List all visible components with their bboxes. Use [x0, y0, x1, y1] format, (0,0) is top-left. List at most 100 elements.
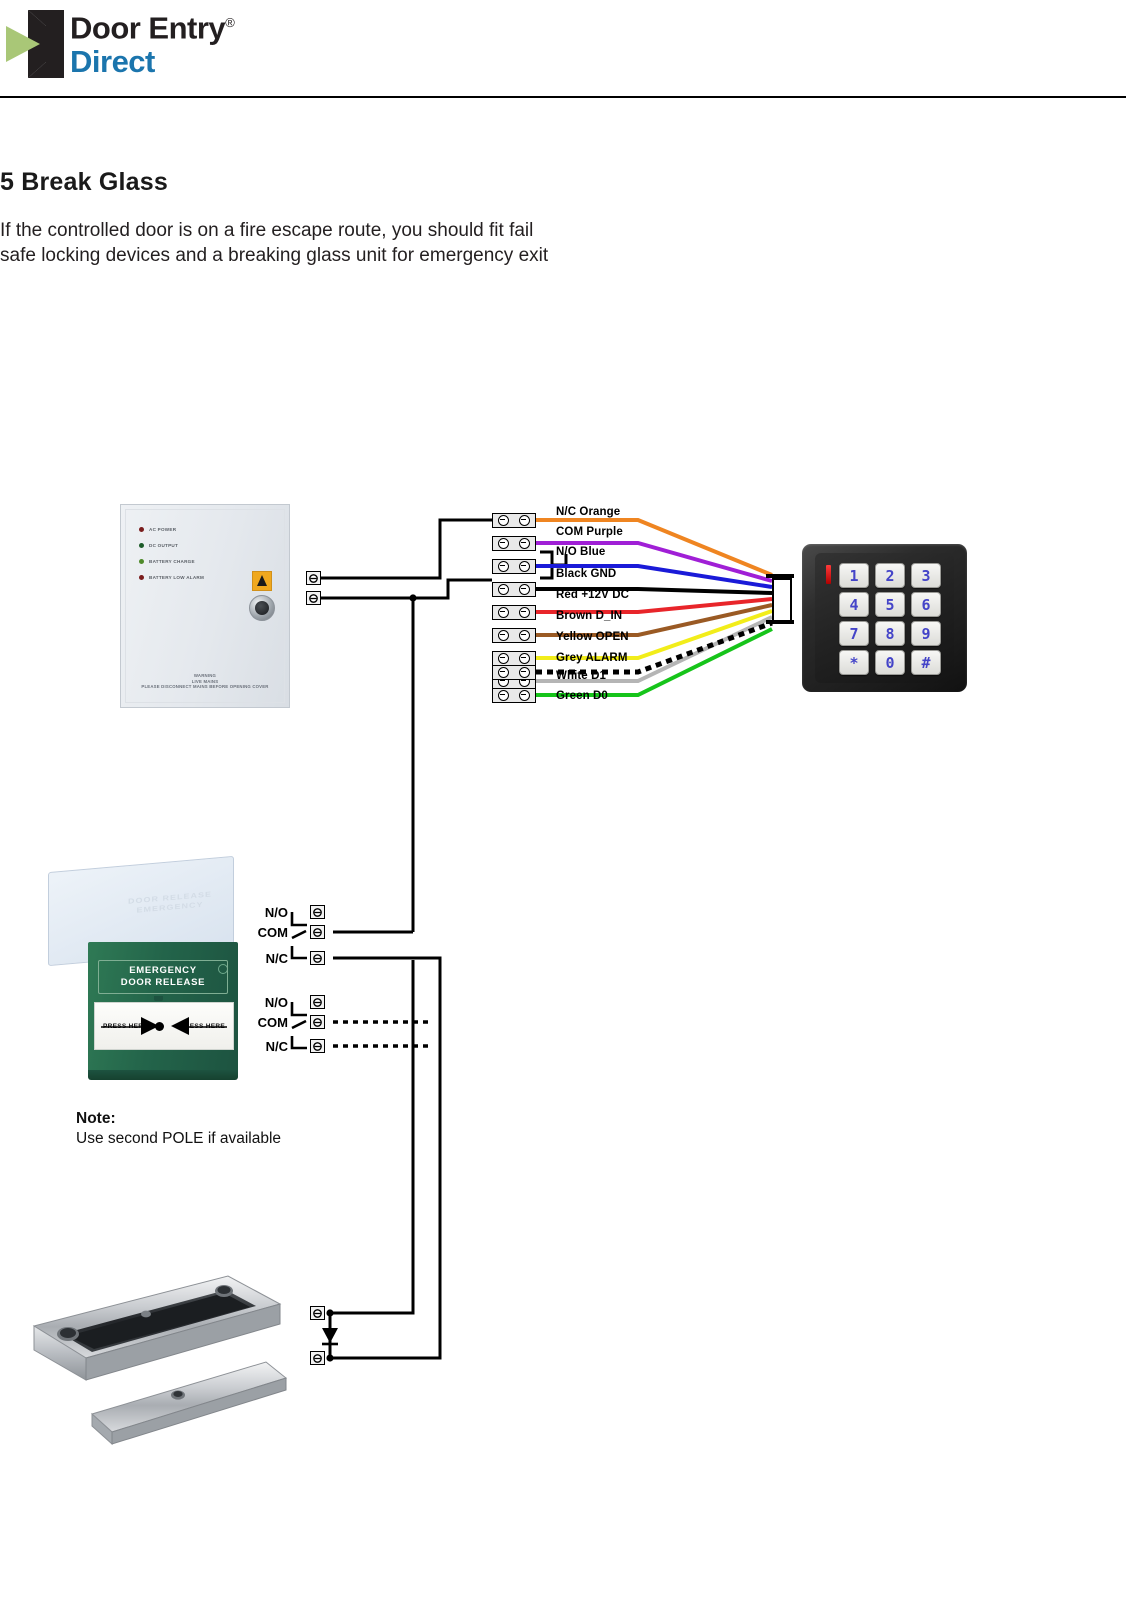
relay1-terminal-no	[310, 905, 325, 919]
wire-label-nc-orange: N/C Orange	[556, 506, 621, 518]
relay2-terminal-no	[310, 995, 325, 1009]
keypad-button-grid[interactable]: 1 2 3 4 5 6 7 8 9 * 0 #	[839, 563, 945, 677]
keypad-key-3[interactable]: 3	[911, 563, 941, 588]
screw-terminal-icon	[519, 561, 530, 572]
terminal-block-yellow-open	[492, 651, 536, 666]
cable-connector-icon	[772, 578, 792, 624]
terminal-block-nc-orange	[492, 513, 536, 528]
terminal-block-com-purple	[492, 536, 536, 551]
high-voltage-warning-icon	[252, 571, 272, 591]
terminal-block-black-gnd	[492, 582, 536, 597]
screw-terminal-icon	[498, 630, 509, 641]
wire-label-no-blue: N/O Blue	[556, 546, 606, 558]
wire-label-red-12v: Red +12V DC	[556, 589, 630, 601]
screw-terminal-icon	[498, 538, 509, 549]
psu-terminal-positive	[306, 571, 321, 585]
keypad-key-8[interactable]: 8	[875, 621, 905, 646]
screw-terminal-icon	[519, 538, 530, 549]
screw-terminal-icon	[313, 927, 322, 937]
terminal-block-red-12v	[492, 605, 536, 620]
relay2-terminal-com	[310, 1015, 325, 1029]
keypad-key-0[interactable]: 0	[875, 650, 905, 675]
screw-terminal-icon	[313, 1308, 322, 1318]
keypad-key-6[interactable]: 6	[911, 592, 941, 617]
led-indicator-icon	[139, 575, 144, 580]
relay1-label-no: N/O	[264, 905, 288, 920]
screw-terminal-icon	[309, 593, 318, 603]
keypad-key-4[interactable]: 4	[839, 592, 869, 617]
terminal-block-green-d0	[492, 688, 536, 703]
note-title: Note:	[76, 1110, 116, 1127]
wire-label-grey-alarm: Grey ALARM	[556, 652, 628, 664]
break-glass-body: EMERGENCY DOOR RELEASE PRESS HERE PRESS …	[88, 942, 238, 1078]
keypad-key-7[interactable]: 7	[839, 621, 869, 646]
keypad-face: 1 2 3 4 5 6 7 8 9 * 0 #	[815, 553, 954, 683]
note-block: Note: Use second POLE if available	[76, 1110, 281, 1148]
screw-terminal-icon	[519, 584, 530, 595]
screw-terminal-icon	[498, 653, 509, 664]
psu-led-ac-power: AC POWER	[139, 527, 176, 532]
cover-embossed-text: DOOR RELEASE EMERGENCY	[127, 889, 212, 915]
wire-label-white-d1: White D1	[556, 670, 606, 682]
power-supply-unit: AC POWER DC OUTPUT BATTERY CHARGE BATTER…	[120, 504, 290, 708]
wire-label-black-gnd: Black GND	[556, 568, 617, 580]
terminal-block-brown-din	[492, 628, 536, 643]
keypad-key-1[interactable]: 1	[839, 563, 869, 588]
led-indicator-icon	[139, 559, 144, 564]
relay2-terminal-nc	[310, 1039, 325, 1053]
note-text: Use second POLE if available	[76, 1130, 282, 1147]
screw-terminal-icon	[313, 1041, 322, 1051]
break-glass-base	[88, 1070, 238, 1080]
screw-terminal-icon	[519, 607, 530, 618]
connector-bottom-cap	[766, 620, 794, 624]
relay1-label-nc: N/C	[265, 951, 288, 966]
screw-terminal-icon	[313, 1017, 322, 1027]
psu-warning-label: WARNING LIVE MAINS PLEASE DISCONNECT MAI…	[141, 673, 269, 690]
terminal-block-white-d1	[492, 665, 536, 680]
electromagnetic-lock	[32, 1275, 288, 1446]
keypad-key-9[interactable]: 9	[911, 621, 941, 646]
screw-terminal-icon	[519, 653, 530, 664]
access-control-keypad[interactable]: 1 2 3 4 5 6 7 8 9 * 0 #	[802, 544, 967, 692]
screw-terminal-icon	[313, 953, 322, 963]
relay1-label-com: COM	[257, 925, 288, 940]
keypad-key-hash[interactable]: #	[911, 650, 941, 675]
terminal-block-no-blue	[492, 559, 536, 574]
relay2-label-nc: N/C	[265, 1039, 288, 1054]
screw-terminal-icon	[498, 584, 509, 595]
keypad-key-star[interactable]: *	[839, 650, 869, 675]
led-indicator-icon	[139, 543, 144, 548]
screw-terminal-icon	[309, 573, 318, 583]
psu-terminal-negative	[306, 591, 321, 605]
screw-terminal-icon	[313, 907, 322, 917]
wire-label-com-purple: COM Purple	[556, 526, 623, 538]
screw-terminal-icon	[313, 997, 322, 1007]
status-led-icon	[826, 565, 831, 584]
glass-retainer-nib	[154, 996, 163, 1001]
psu-led-battery-low-alarm: BATTERY LOW ALARM	[139, 575, 204, 580]
screw-terminal-icon	[498, 690, 509, 701]
screw-terminal-icon	[519, 630, 530, 641]
break-glass-window[interactable]: PRESS HERE PRESS HERE	[94, 1002, 234, 1050]
screw-terminal-icon	[519, 690, 530, 701]
screw-terminal-icon	[313, 1353, 322, 1363]
keypad-key-5[interactable]: 5	[875, 592, 905, 617]
screw-terminal-icon	[519, 667, 530, 678]
break-glass-label-plate: EMERGENCY DOOR RELEASE	[98, 960, 228, 994]
maglock-terminal-negative	[310, 1351, 325, 1365]
screw-terminal-icon	[498, 515, 509, 526]
keypad-key-2[interactable]: 2	[875, 563, 905, 588]
screw-terminal-icon	[498, 561, 509, 572]
wire-label-brown-din: Brown D_IN	[556, 610, 623, 622]
relay1-terminal-com	[310, 925, 325, 939]
wiring-diagram: AC POWER DC OUTPUT BATTERY CHARGE BATTER…	[0, 0, 1126, 1624]
screw-terminal-icon	[498, 667, 509, 678]
emergency-break-glass-unit: DOOR RELEASE EMERGENCY EMERGENCY DOOR RE…	[40, 855, 245, 1080]
relay1-terminal-nc	[310, 951, 325, 965]
press-arrow-icon	[141, 1017, 189, 1035]
maglock-terminal-positive	[310, 1306, 325, 1320]
wire-label-yellow-open: Yellow OPEN	[556, 631, 629, 643]
psu-led-dc-output: DC OUTPUT	[139, 543, 178, 548]
screw-terminal-icon	[519, 515, 530, 526]
screw-terminal-icon	[498, 607, 509, 618]
